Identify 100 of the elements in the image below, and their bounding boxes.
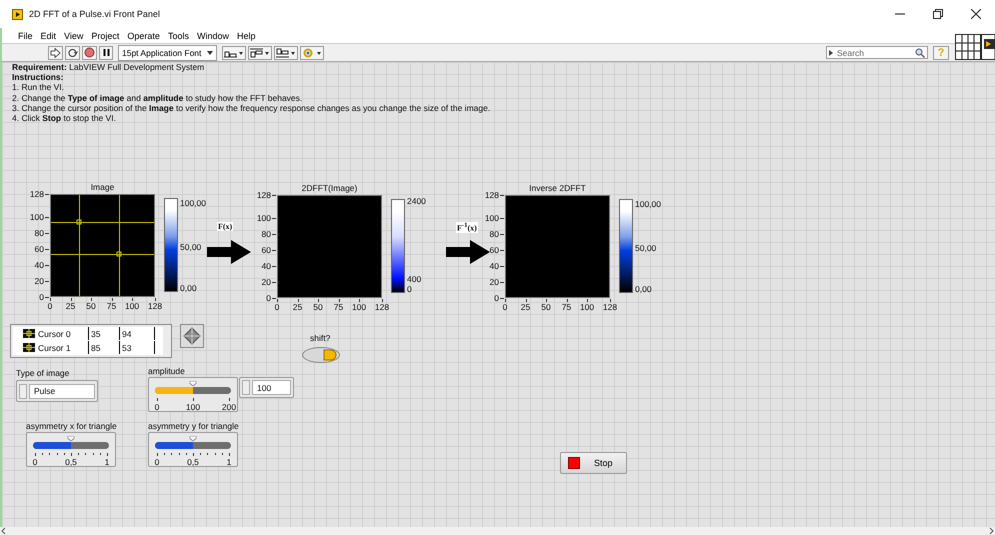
transform-label: F$^{-1}$(x) (456, 222, 478, 233)
axis-label: 0 (502, 302, 508, 312)
slider-label: asymmetry y for triangle (148, 421, 239, 431)
axis-label: 0 (494, 293, 500, 303)
search-field[interactable]: Search (826, 46, 928, 59)
axis-label: 20 (34, 276, 45, 286)
cursor-marker[interactable] (116, 252, 122, 257)
axis-label: 80 (262, 228, 272, 239)
scale-label: 50,00 (180, 242, 202, 252)
scale-label: 50,00 (635, 242, 656, 253)
caret-icon[interactable] (207, 50, 214, 54)
graph-title: Image (90, 182, 114, 192)
triangle-icon[interactable] (829, 50, 833, 56)
axis-label: 100 (580, 302, 594, 312)
axis-label: 128 (484, 190, 500, 200)
axis-label: 25 (520, 302, 530, 312)
numeric-control[interactable]: 100 (239, 377, 294, 398)
scale-label: 0,00 (635, 284, 652, 294)
cursor-line[interactable] (119, 195, 120, 296)
instruction-text: 2. Change the Type of image and amplitude to study how the FFT behaves. (12, 92, 304, 103)
scale-label: 100,00 (180, 198, 206, 208)
menu-item[interactable]: Window (192, 30, 233, 40)
cursor-legend[interactable]: Cursor 0 35 94 Cursor 1 85 53 (10, 324, 172, 358)
scale-label: 100 (186, 402, 200, 412)
slider[interactable]: 0 100 200 (148, 377, 238, 412)
stop-icon[interactable] (568, 457, 580, 469)
scale-label: 1 (226, 457, 232, 467)
cursor-y-value[interactable]: 94 (122, 328, 132, 338)
axis-label: 50 (313, 302, 323, 312)
axis-label: 75 (562, 302, 572, 312)
ring-control[interactable]: Pulse (16, 380, 98, 402)
menu-item[interactable]: Help (232, 30, 260, 40)
menu-item[interactable]: Edit (36, 30, 60, 40)
cursor-marker[interactable] (76, 219, 82, 224)
cursor-name[interactable]: Cursor 0 (38, 328, 71, 338)
graph-title: 2DFFT(Image) (302, 183, 358, 193)
axis-label: 100 (352, 302, 366, 312)
axis-label: 40 (262, 260, 272, 271)
axis-label: 100 (484, 212, 500, 223)
scale-label: 1 (104, 457, 110, 467)
font-dropdown[interactable]: 15pt Application Font (118, 44, 218, 60)
cursor-line[interactable] (51, 254, 154, 256)
axis-label: 128 (374, 302, 390, 312)
scroll-left-icon[interactable] (0, 527, 8, 535)
axis-label: 80 (490, 228, 500, 239)
cursor-y-value[interactable]: 53 (122, 342, 132, 352)
scale-label: 100,00 (635, 198, 661, 209)
slider[interactable]: 0 0,5 1 (148, 432, 238, 467)
arrow-icon (207, 240, 251, 264)
axis-label: 100 (124, 301, 140, 311)
axis-label: 50 (86, 301, 96, 311)
axis-label: 128 (148, 301, 162, 311)
scale-label: 0 (154, 402, 160, 412)
pause-button[interactable] (99, 46, 113, 60)
axis-label: 60 (490, 244, 500, 255)
axis-label: 128 (256, 190, 272, 200)
ring-label: Type of image (16, 368, 70, 378)
instruction-text: 3. Change the cursor position of the Image to verify how the frequency response changes as you change the size of the image. (12, 102, 490, 114)
instruction-text: Requirement: LabVIEW Full Development System (12, 62, 206, 72)
instruction-text: 4. Click Stop to stop the VI. (12, 113, 117, 124)
menu-item[interactable]: Project (87, 30, 124, 40)
vi-icon[interactable] (981, 34, 995, 60)
search-icon[interactable] (915, 48, 925, 58)
axis-label: 100 (256, 212, 272, 223)
scroll-right-icon[interactable] (987, 527, 995, 535)
axis-label: 50 (541, 302, 551, 312)
window-title: 2D FFT of a Pulse.vi Front Panel (29, 9, 161, 19)
menu-item[interactable]: Operate (123, 30, 164, 40)
axis-label: 75 (106, 301, 116, 311)
cursor-name[interactable]: Cursor 1 (38, 342, 71, 352)
scale-label: 400 (407, 274, 422, 284)
scale-label: 2400 (407, 196, 426, 206)
instructions-heading: Instructions: (12, 72, 64, 82)
cursor-x-value[interactable]: 85 (91, 342, 100, 352)
axis-label: 80 (34, 228, 45, 238)
menu-item[interactable]: File (14, 30, 37, 40)
connector-pane-icon[interactable] (955, 34, 981, 60)
axis-label: 128 (602, 302, 618, 312)
cursor-icon[interactable] (23, 329, 35, 338)
cursor-line[interactable] (79, 195, 80, 296)
axis-label: 60 (262, 244, 272, 255)
scale-label: 0,00 (180, 283, 197, 294)
axis-label: 75 (334, 302, 344, 312)
scale-label: 0 (32, 457, 38, 467)
axis-label: 0 (39, 292, 45, 302)
slider-label: asymmetry x for triangle (26, 421, 117, 431)
axis-label: 60 (34, 244, 45, 254)
slider[interactable]: 0 0,5 1 (26, 432, 116, 467)
cursor-line[interactable] (51, 222, 154, 223)
cursor-x-value[interactable]: 35 (91, 328, 100, 338)
axis-label: 0 (266, 293, 272, 303)
pause-icon[interactable] (102, 48, 110, 57)
cursor-icon[interactable] (23, 343, 35, 352)
scale-label: 0 (154, 457, 160, 467)
menu-item[interactable]: View (60, 30, 88, 40)
slider-label: amplitude (148, 366, 185, 376)
stop-button[interactable]: Stop (560, 452, 627, 474)
menu-item[interactable]: Tools (164, 30, 193, 40)
axis-label: 100 (30, 212, 45, 222)
scale-label: 0,5 (65, 457, 77, 467)
